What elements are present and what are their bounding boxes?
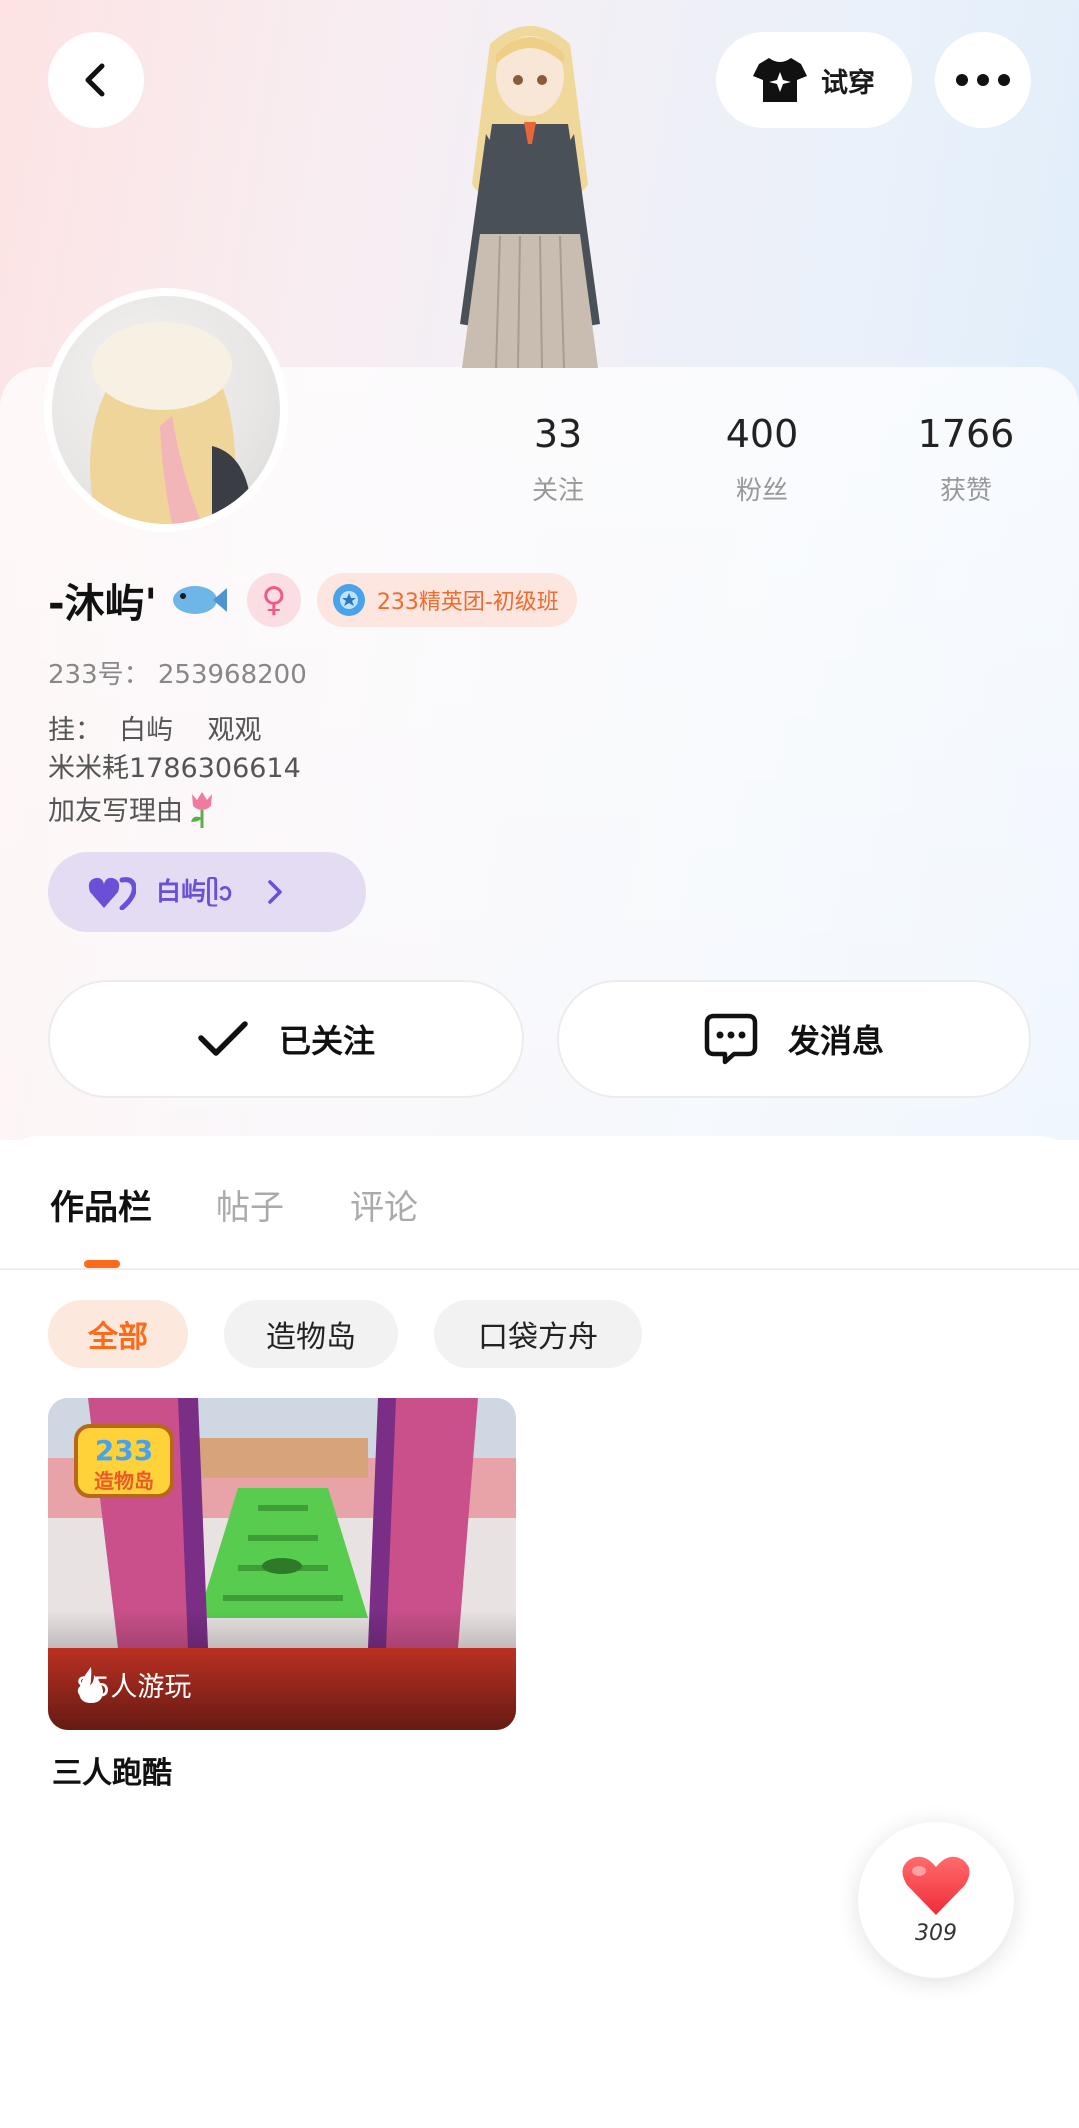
- try-on-label: 试穿: [821, 67, 875, 99]
- stat-following[interactable]: 33 关注: [478, 412, 638, 507]
- message-label: 发消息: [787, 1022, 884, 1060]
- stat-fans[interactable]: 400 粉丝: [682, 412, 842, 507]
- user-id: 233号： 253968200: [48, 660, 307, 690]
- profile-avatar[interactable]: [44, 288, 288, 532]
- user-bio: 挂： 白屿 观观 米米耗1786306614 加友写理由: [48, 712, 301, 831]
- work-title[interactable]: 三人跑酷: [52, 1748, 172, 1792]
- heart-icon: [902, 1856, 970, 1915]
- tulip-emoji-icon: [191, 792, 212, 828]
- bio-line-text: 加友写理由: [48, 796, 183, 827]
- like-count: 309: [915, 1920, 957, 1946]
- check-icon: [198, 1021, 248, 1056]
- back-button[interactable]: [48, 32, 144, 128]
- like-button[interactable]: 309: [858, 1822, 1014, 1978]
- creation-island-logo: 233 造物岛: [74, 1424, 174, 1498]
- tab-divider: [0, 1268, 1079, 1270]
- active-tab-indicator: [84, 1260, 120, 1268]
- user-name: -沐屿': [48, 581, 157, 627]
- filter-all[interactable]: 全部: [48, 1300, 188, 1368]
- follow-label: 已关注: [278, 1022, 375, 1060]
- flame-icon: [79, 1667, 103, 1703]
- chevron-left-icon: [85, 63, 105, 97]
- medal-icon: [332, 584, 365, 616]
- stat-value: 400: [725, 412, 799, 456]
- message-button[interactable]: 发消息: [557, 980, 1031, 1098]
- bio-line: 挂： 白屿 观观: [48, 715, 262, 746]
- chat-bubble-icon: [704, 1013, 758, 1065]
- club-badge-label: 233精英团-初级班: [376, 590, 559, 615]
- shirt-icon: [753, 58, 807, 102]
- logo-subtitle: 造物岛: [94, 1469, 154, 1493]
- character-avatar-figure[interactable]: [420, 14, 640, 368]
- play-count: 85人游玩: [76, 1665, 191, 1704]
- follow-button[interactable]: 已关注: [48, 980, 524, 1098]
- stat-label: 获赞: [939, 476, 992, 506]
- bio-line: 加友写理由: [48, 788, 301, 831]
- stat-label: 关注: [531, 476, 584, 506]
- club-badge[interactable]: 233精英团-初级班: [316, 573, 577, 627]
- stat-value: 33: [533, 412, 583, 456]
- logo-number: 233: [95, 1434, 153, 1467]
- fish-emoji-icon: [172, 586, 227, 614]
- partner-label: 白屿ᥫᩣ: [156, 876, 233, 906]
- bio-line: 米米耗1786306614: [48, 753, 301, 784]
- tab-posts[interactable]: 帖子: [216, 1180, 284, 1229]
- gender-female-badge: ♀: [246, 573, 301, 627]
- chevron-right-icon: [268, 880, 282, 904]
- work-card[interactable]: 233 造物岛 85人游玩: [48, 1398, 516, 1730]
- double-heart-icon: [88, 877, 136, 910]
- more-button[interactable]: [935, 32, 1031, 128]
- tab-works[interactable]: 作品栏: [50, 1180, 152, 1229]
- more-dots-icon: [956, 74, 1010, 86]
- stat-likes[interactable]: 1766 获赞: [886, 412, 1046, 507]
- stat-label: 粉丝: [735, 476, 788, 506]
- tab-comments[interactable]: 评论: [350, 1180, 418, 1229]
- filter-pocket-ark[interactable]: 口袋方舟: [434, 1300, 642, 1368]
- try-on-button[interactable]: 试穿: [716, 32, 912, 128]
- name-row: -沐屿' ♀ 233精英团-初级班: [48, 570, 577, 630]
- partner-chip[interactable]: 白屿ᥫᩣ: [48, 852, 366, 932]
- stat-value: 1766: [917, 412, 1015, 456]
- filter-creation-island[interactable]: 造物岛: [224, 1300, 398, 1368]
- gender-female-icon: ♀: [261, 580, 287, 620]
- avatar-portrait: [90, 322, 252, 524]
